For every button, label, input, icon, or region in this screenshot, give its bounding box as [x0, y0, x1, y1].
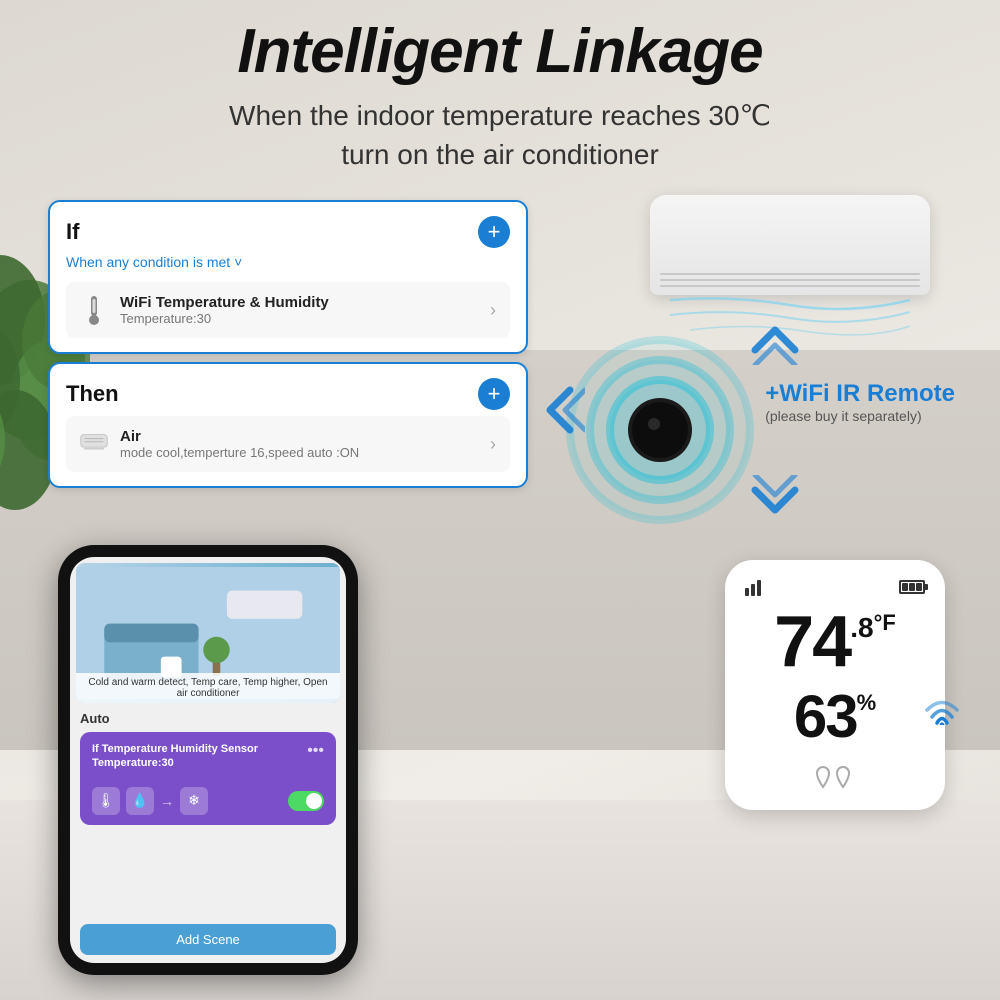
phone-image-area: Cold and warm detect, Temp care, Temp hi…	[76, 563, 340, 703]
ir-glow-area	[560, 330, 760, 535]
auto-label: Auto	[80, 711, 336, 726]
ac-mini-icon: ❄	[180, 787, 208, 815]
subtitle-line2: turn on the air conditioner	[341, 139, 659, 170]
blue-arrows-left	[530, 380, 585, 445]
humidity-value: 63	[794, 682, 857, 751]
temp-mini-icon: 💧	[126, 787, 154, 815]
if-item-chevron: ›	[490, 300, 496, 321]
temp-value: 74	[774, 606, 850, 678]
automation-card: If Temperature Humidity Sensor Temperatu…	[80, 732, 336, 825]
ir-remote-label: +WiFi IR Remote	[765, 380, 955, 408]
phone-screen: Cold and warm detect, Temp care, Temp hi…	[70, 557, 346, 963]
if-card: If + When any condition is met ˅ WiFi Te…	[48, 200, 528, 354]
toggle-switch[interactable]	[288, 791, 324, 811]
then-item-chevron: ›	[490, 434, 496, 455]
if-item-name: WiFi Temperature & Humidity	[120, 294, 329, 311]
chevron-down-icon: ˅	[234, 254, 242, 270]
temp-unit: °F	[874, 612, 896, 634]
if-add-button[interactable]: +	[478, 216, 510, 248]
sensor-body: 74 .8 °F 63 %	[725, 560, 945, 810]
ac-body: 28°	[650, 195, 930, 295]
more-options-icon[interactable]: •••	[307, 742, 324, 760]
if-card-title: If	[66, 219, 79, 245]
if-item-sub: Temperature:30	[120, 311, 329, 326]
automation-panel: If + When any condition is met ˅ WiFi Te…	[48, 200, 528, 496]
wifi-signal-icon	[922, 690, 962, 730]
then-action-row[interactable]: Air mode cool,temperture 16,speed auto :…	[66, 416, 510, 472]
signal-bars-icon	[745, 580, 761, 596]
temp-reading: 74 .8 °F	[774, 606, 896, 678]
humidity-unit: %	[857, 690, 877, 716]
automation-icons-row: 🌡 💧 → ❄	[92, 787, 324, 815]
sensor-status-row	[745, 580, 925, 596]
add-scene-button[interactable]: Add Scene	[80, 924, 336, 955]
temp-decimal: .8	[850, 614, 873, 642]
ac-unit: 28°	[650, 195, 930, 295]
phone-content: Auto If Temperature Humidity Sensor Temp…	[70, 703, 346, 916]
condition-label: When any condition is met ˅	[66, 254, 510, 270]
blue-arrows-bottom-right	[745, 475, 805, 535]
arrow-icon: →	[160, 793, 174, 809]
condition-text: When any condition is met	[66, 254, 230, 270]
wifi-ir-label-area: +WiFi IR Remote (please buy it separatel…	[765, 380, 955, 424]
blue-arrows-top-right	[745, 310, 805, 370]
ir-remote-sublabel: (please buy it separately)	[765, 408, 955, 424]
then-card-title: Then	[66, 381, 119, 407]
phone-notch	[178, 545, 238, 555]
thermometer-icon	[80, 296, 108, 324]
then-item-sub: mode cool,temperture 16,speed auto :ON	[120, 445, 359, 460]
subtitle-line1: When the indoor temperature reaches 30℃	[229, 100, 771, 131]
sensor-mini-icon: 🌡	[92, 787, 120, 815]
phone-mockup: Cold and warm detect, Temp care, Temp hi…	[58, 545, 358, 975]
temp-humidity-sensor: 74 .8 °F 63 %	[725, 560, 945, 810]
if-condition-row[interactable]: WiFi Temperature & Humidity Temperature:…	[66, 282, 510, 338]
header: Intelligent Linkage When the indoor temp…	[0, 18, 1000, 175]
humidity-drop-icon	[815, 759, 855, 796]
battery-icon	[899, 580, 925, 594]
air-conditioner-icon	[80, 430, 108, 458]
page-title: Intelligent Linkage	[0, 18, 1000, 86]
then-card: Then + Air mode cool,temperture 16,speed…	[48, 362, 528, 488]
automation-card-title: If Temperature Humidity Sensor Temperatu…	[92, 742, 258, 771]
then-item-name: Air	[120, 428, 359, 445]
humidity-reading: 63 %	[794, 682, 876, 751]
subtitle: When the indoor temperature reaches 30℃ …	[0, 96, 1000, 174]
then-add-button[interactable]: +	[478, 378, 510, 410]
phone-caption: Cold and warm detect, Temp care, Temp hi…	[76, 673, 340, 703]
